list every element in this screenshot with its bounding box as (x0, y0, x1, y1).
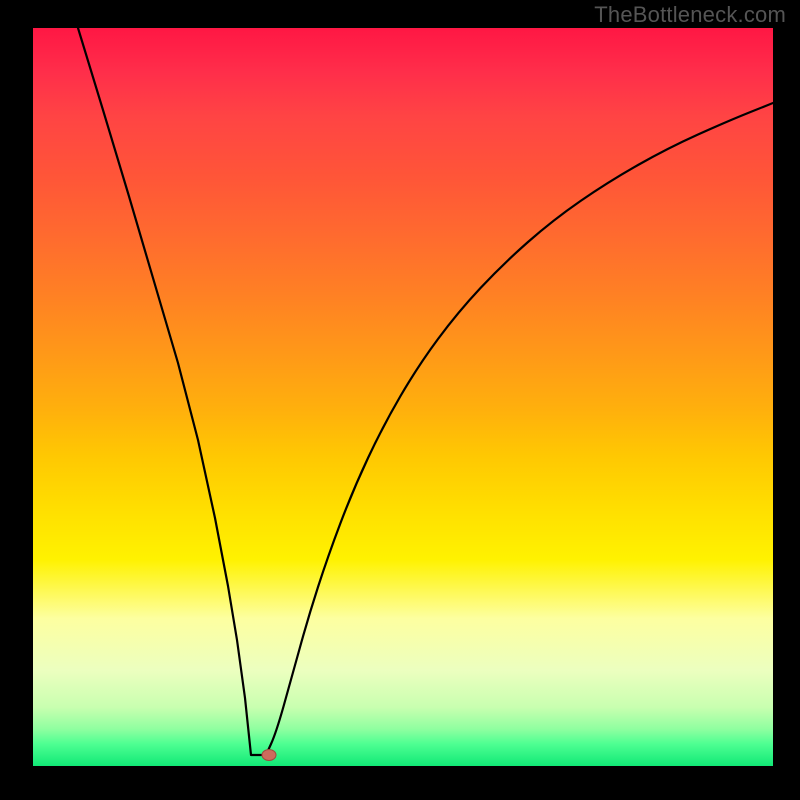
optimal-point-marker (262, 749, 277, 761)
chart-plot-area (33, 28, 773, 766)
bottleneck-curve-path (78, 28, 773, 755)
watermark-text: TheBottleneck.com (594, 2, 786, 28)
bottleneck-curve-svg (33, 28, 773, 766)
